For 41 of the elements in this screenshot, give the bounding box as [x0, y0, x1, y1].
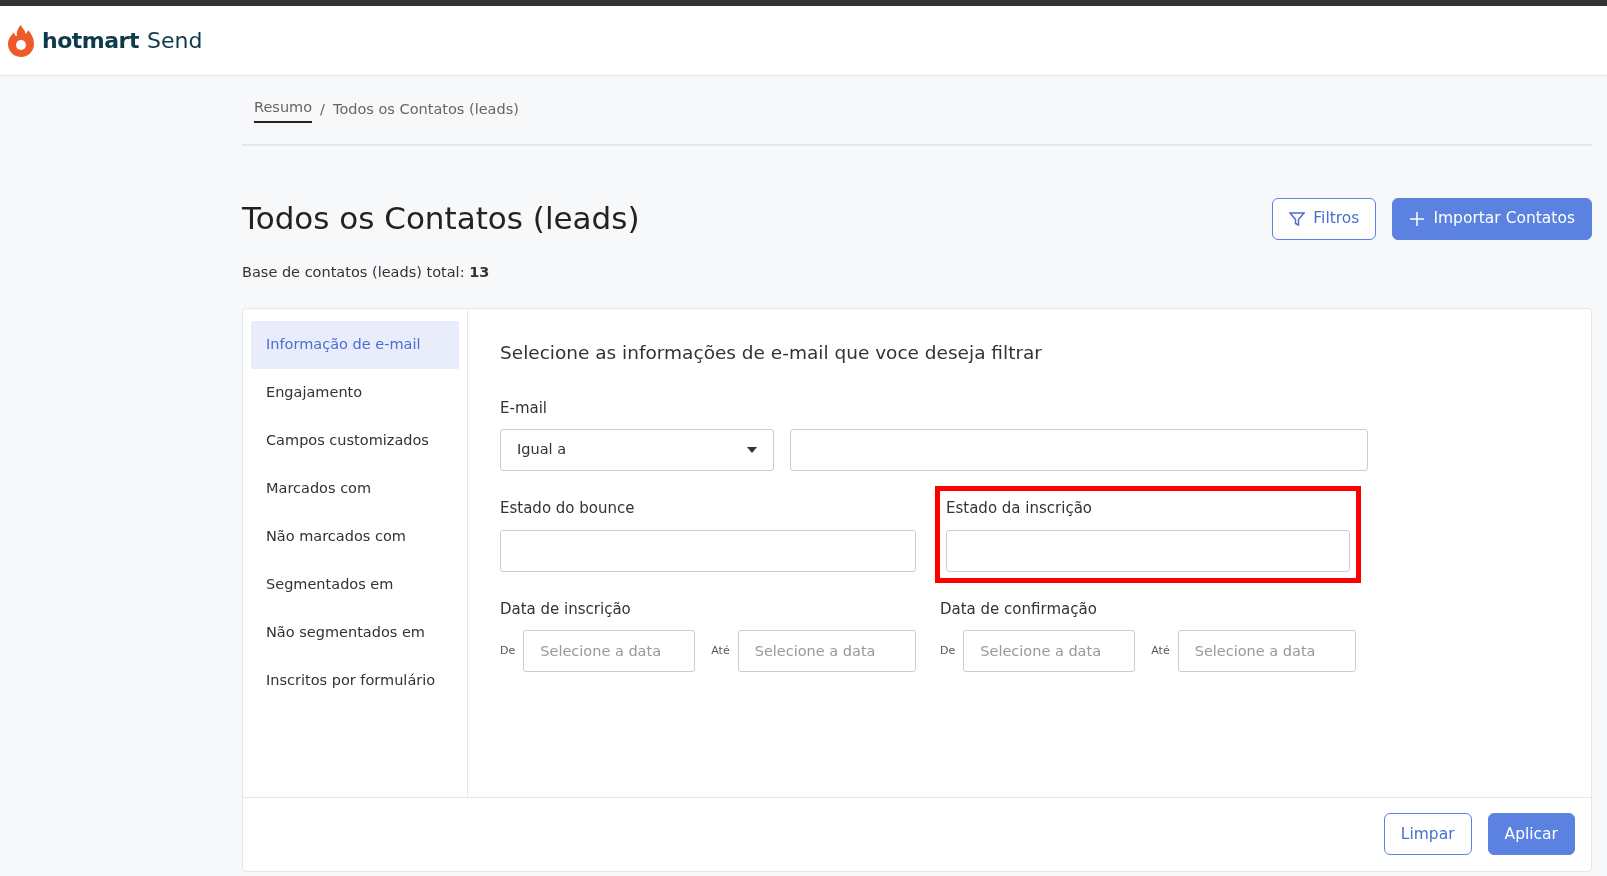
date-input[interactable]: Selecione a data: [1177, 630, 1356, 672]
range-to-label: Até: [1151, 642, 1170, 659]
date-input[interactable]: Selecione a data: [523, 630, 696, 672]
brand-name: hotmart: [42, 27, 139, 55]
email-input[interactable]: [790, 429, 1368, 471]
operator-select[interactable]: Igual a: [500, 429, 774, 471]
filter-menu-item[interactable]: Informação de e-mail: [251, 320, 459, 369]
plus-icon: [1409, 211, 1426, 227]
filter-menu-item[interactable]: Marcados com: [251, 464, 459, 513]
filter-menu-item[interactable]: Não marcados com: [251, 512, 459, 561]
clear-button[interactable]: Limpar: [1383, 813, 1472, 856]
flame-logo-icon: [8, 23, 34, 58]
breadcrumb-separator: /: [320, 100, 325, 120]
date-input[interactable]: Selecione a data: [737, 630, 916, 672]
field-label: E-mail: [500, 397, 549, 419]
apply-button[interactable]: Aplicar: [1487, 813, 1575, 856]
breadcrumb-link[interactable]: Resumo: [254, 97, 313, 123]
field-label: Estado do bounce: [500, 498, 636, 519]
range-from-label: De: [500, 642, 516, 659]
import-button[interactable]: Importar Contatos: [1392, 198, 1592, 240]
filter-heading: Selecione as informações de e-mail que voce deseja filtrar: [500, 340, 1043, 365]
product-name: Send: [146, 27, 203, 55]
subscription-input[interactable]: [946, 529, 1350, 572]
filter-menu-item[interactable]: Inscritos por formulário: [251, 656, 459, 705]
page-title: Todos os Contatos (leads): [242, 200, 640, 238]
range-from-label: De: [940, 642, 956, 659]
field-label: Data de confirmação: [940, 598, 1098, 620]
total-contacts-text: Base de contatos (leads) total: 13: [242, 263, 491, 282]
breadcrumb-current: Todos os Contatos (leads): [333, 100, 519, 120]
field-label: Estado da inscrição: [946, 498, 1093, 519]
caret-icon: [747, 447, 757, 453]
range-to-label: Até: [711, 642, 730, 659]
filter-menu-item[interactable]: Não segmentados em: [251, 608, 459, 657]
date-input[interactable]: Selecione a data: [963, 630, 1136, 672]
bounce-input[interactable]: [500, 529, 916, 572]
filter-button[interactable]: Filtros: [1272, 198, 1377, 240]
field-label: Data de inscrição: [500, 598, 632, 620]
filter-menu-item[interactable]: Engajamento: [251, 368, 459, 417]
filter-icon: [1289, 211, 1306, 227]
filter-menu-item[interactable]: Segmentados em: [251, 560, 459, 609]
filter-menu-item[interactable]: Campos customizados: [251, 416, 459, 465]
